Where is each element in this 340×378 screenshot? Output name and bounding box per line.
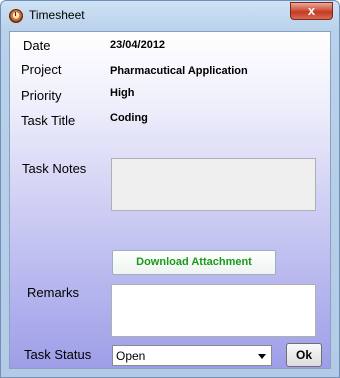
window-title: Timesheet — [29, 8, 85, 22]
title-bar[interactable]: Timesheet x — [1, 1, 339, 29]
close-icon: x — [307, 3, 316, 18]
form-panel: Date 23/04/2012 Project Pharmacutical Ap… — [9, 31, 331, 369]
task-status-value: Open — [116, 349, 146, 363]
remarks-field[interactable] — [111, 284, 316, 337]
task-notes-label: Task Notes — [22, 161, 87, 176]
clock-icon — [9, 9, 23, 23]
priority-label: Priority — [21, 88, 62, 103]
remarks-label: Remarks — [27, 285, 80, 300]
task-status-select[interactable]: Open — [112, 345, 272, 366]
task-status-label: Task Status — [24, 347, 92, 362]
priority-value: High — [110, 87, 135, 99]
project-value: Pharmacutical Application — [110, 65, 248, 77]
close-button[interactable]: x — [290, 2, 333, 20]
ok-button[interactable]: Ok — [286, 343, 322, 367]
chevron-down-icon[interactable] — [258, 354, 266, 359]
project-label: Project — [21, 62, 62, 77]
date-value: 23/04/2012 — [110, 39, 166, 51]
date-label: Date — [23, 38, 51, 53]
task-title-label: Task Title — [21, 113, 76, 128]
download-attachment-button[interactable]: Download Attachment — [112, 250, 276, 275]
task-title-value: Coding — [110, 112, 148, 124]
task-notes-field[interactable] — [111, 158, 316, 211]
timesheet-window: Timesheet x Date 23/04/2012 Project Phar… — [0, 0, 340, 378]
